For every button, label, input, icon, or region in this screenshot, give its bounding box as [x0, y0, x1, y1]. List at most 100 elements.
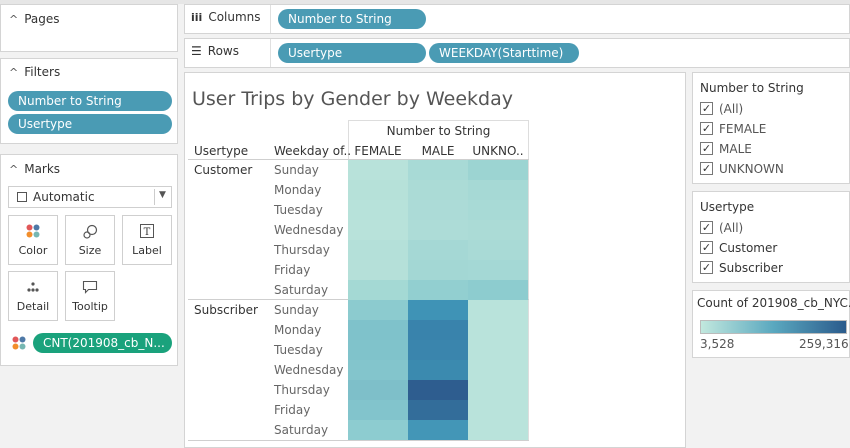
checkbox-checked-icon[interactable]: ✓ — [700, 241, 713, 254]
rows-label: Rows — [207, 44, 239, 58]
heatmap-cell[interactable] — [468, 180, 528, 200]
color-button[interactable]: Color — [8, 215, 58, 265]
rows-pill-weekday[interactable]: WEEKDAY(Starttime) — [429, 43, 579, 63]
detail-dots-icon — [9, 280, 57, 296]
heatmap-cell[interactable] — [348, 300, 408, 320]
tooltip-label: Tooltip — [72, 300, 108, 313]
heatmap-cell[interactable] — [468, 240, 528, 260]
size-label: Size — [78, 244, 102, 257]
heatmap-cell[interactable] — [348, 240, 408, 260]
size-icon — [66, 224, 114, 240]
columns-shelf[interactable]: iii Columns Number to String — [184, 4, 850, 34]
checkbox-checked-icon[interactable]: ✓ — [700, 142, 713, 155]
mark-type-dropdown[interactable]: Automatic ▼ — [8, 186, 172, 208]
gender-option-label: MALE — [719, 142, 752, 156]
heatmap-cell[interactable] — [468, 400, 528, 420]
collapse-caret-icon[interactable]: ^ — [9, 163, 18, 176]
label-button[interactable]: T Label — [122, 215, 172, 265]
checkbox-checked-icon[interactable]: ✓ — [700, 162, 713, 175]
rows-shelf[interactable]: ☰ Rows Usertype WEEKDAY(Starttime) — [184, 38, 850, 68]
heatmap-cell[interactable] — [468, 360, 528, 380]
heatmap-cell[interactable] — [348, 280, 408, 300]
day-label: Friday — [274, 263, 311, 277]
cnt-measure-pill[interactable]: CNT(201908_cb_N... — [33, 333, 172, 353]
day-label: Sunday — [274, 163, 319, 177]
heatmap-cell[interactable] — [348, 180, 408, 200]
heatmap-cell[interactable] — [468, 200, 528, 220]
day-label: Wednesday — [274, 223, 344, 237]
heatmap-cell[interactable] — [468, 420, 528, 440]
checkbox-checked-icon[interactable]: ✓ — [700, 122, 713, 135]
viz-title: User Trips by Gender by Weekday — [192, 88, 513, 110]
day-label: Wednesday — [274, 363, 344, 377]
usertype-option-label: Subscriber — [719, 261, 783, 275]
heatmap-cell[interactable] — [408, 240, 468, 260]
heatmap-cell[interactable] — [408, 360, 468, 380]
heatmap-cell[interactable] — [408, 200, 468, 220]
heatmap-cell[interactable] — [408, 280, 468, 300]
checkbox-checked-icon[interactable]: ✓ — [700, 102, 713, 115]
heatmap-cell[interactable] — [348, 420, 408, 440]
heatmap-cell[interactable] — [468, 280, 528, 300]
heatmap-cell[interactable] — [348, 340, 408, 360]
heatmap-cell[interactable] — [408, 300, 468, 320]
filter-pill-number-to-string[interactable]: Number to String — [8, 91, 172, 111]
row-header-usertype: Usertype — [194, 144, 249, 158]
collapse-caret-icon[interactable]: ^ — [9, 66, 18, 79]
heatmap-cell[interactable] — [468, 340, 528, 360]
day-label: Sunday — [274, 303, 319, 317]
day-label: Monday — [274, 183, 322, 197]
gender-option-all[interactable]: ✓ (All) — [700, 101, 743, 119]
gender-option-unknown[interactable]: ✓ UNKNOWN — [700, 161, 784, 179]
filters-card: ^ Filters Number to String Usertype — [0, 58, 178, 144]
filters-title: Filters — [24, 65, 61, 79]
heatmap-cell[interactable] — [408, 180, 468, 200]
heatmap-cell[interactable] — [468, 320, 528, 340]
heatmap-cell[interactable] — [468, 260, 528, 280]
shelf-divider — [270, 39, 271, 67]
heatmap-cell[interactable] — [408, 420, 468, 440]
usertype-option-customer[interactable]: ✓ Customer — [700, 240, 777, 258]
heatmap-cell[interactable] — [348, 200, 408, 220]
heatmap-cell[interactable] — [348, 360, 408, 380]
legend-max-label: 259,316 — [799, 337, 849, 351]
heatmap-cell[interactable] — [408, 160, 468, 180]
columns-pill-number-to-string[interactable]: Number to String — [278, 9, 426, 29]
columns-icon: iii — [191, 11, 203, 24]
usertype-option-label: (All) — [719, 221, 744, 235]
tooltip-button[interactable]: Tooltip — [65, 271, 115, 321]
pages-title: Pages — [24, 12, 60, 26]
heatmap-cell[interactable] — [408, 400, 468, 420]
color-dots-icon — [12, 336, 26, 353]
heatmap-cell[interactable] — [408, 220, 468, 240]
heatmap-cell[interactable] — [408, 260, 468, 280]
checkbox-checked-icon[interactable]: ✓ — [700, 221, 713, 234]
heatmap-cell[interactable] — [468, 300, 528, 320]
gender-option-label: (All) — [719, 102, 744, 116]
heatmap-cell[interactable] — [348, 320, 408, 340]
column-header-male: MALE — [421, 144, 455, 158]
heatmap-cell[interactable] — [468, 160, 528, 180]
color-legend-card: Count of 201908_cb_NYC... 3,528 259,316 — [692, 290, 850, 358]
usertype-option-subscriber[interactable]: ✓ Subscriber — [700, 260, 783, 278]
detail-button[interactable]: Detail — [8, 271, 58, 321]
rows-pill-usertype[interactable]: Usertype — [278, 43, 426, 63]
heatmap-cell[interactable] — [348, 380, 408, 400]
heatmap-cell[interactable] — [348, 400, 408, 420]
heatmap-cell[interactable] — [408, 340, 468, 360]
gender-option-female[interactable]: ✓ FEMALE — [700, 121, 766, 139]
gender-option-male[interactable]: ✓ MALE — [700, 141, 752, 159]
collapse-caret-icon[interactable]: ^ — [9, 13, 18, 26]
size-button[interactable]: Size — [65, 215, 115, 265]
heatmap-cell[interactable] — [348, 220, 408, 240]
heatmap-cell[interactable] — [348, 260, 408, 280]
filter-pill-usertype[interactable]: Usertype — [8, 114, 172, 134]
checkbox-checked-icon[interactable]: ✓ — [700, 261, 713, 274]
heatmap-cell[interactable] — [408, 380, 468, 400]
heatmap-cell[interactable] — [348, 160, 408, 180]
heatmap-cell[interactable] — [468, 380, 528, 400]
heatmap-cell[interactable] — [408, 320, 468, 340]
heatmap-cell[interactable] — [468, 220, 528, 240]
usertype-option-all[interactable]: ✓ (All) — [700, 220, 743, 238]
header-right-rule — [528, 120, 529, 440]
